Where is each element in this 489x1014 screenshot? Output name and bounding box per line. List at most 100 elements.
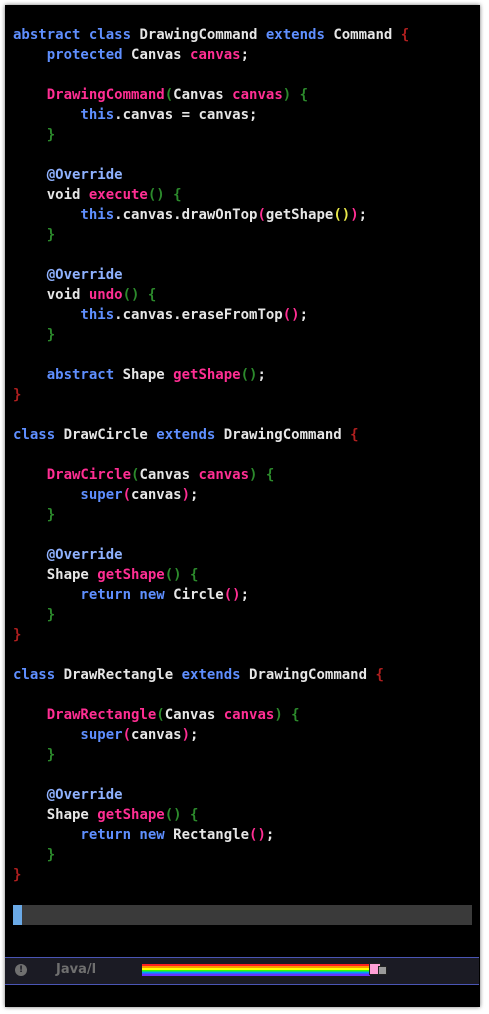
nyan-cat-head (378, 966, 387, 975)
code-token: extends (156, 427, 224, 443)
code-line[interactable]: @Override (13, 545, 123, 565)
code-token: Shape (13, 567, 98, 583)
code-token: Rectangle (173, 827, 250, 843)
code-token: getShape (265, 207, 334, 223)
code-token: Canvas (173, 87, 233, 103)
info-icon[interactable]: ! (15, 964, 27, 976)
code-token: @Override (13, 267, 123, 283)
code-token: super (13, 727, 123, 743)
code-token: .canvas = canvas; (114, 107, 258, 123)
code-token: } (13, 507, 56, 523)
current-line[interactable] (13, 905, 472, 925)
code-line[interactable]: Shape getShape() { (13, 805, 199, 825)
code-line[interactable]: @Override (13, 265, 123, 285)
code-token: ) (181, 487, 191, 503)
code-token: () (282, 307, 300, 323)
code-line[interactable]: } (13, 865, 21, 885)
code-token: canvas (131, 727, 182, 743)
code-token: () (223, 587, 241, 603)
code-line[interactable]: abstract Shape getShape(); (13, 365, 266, 385)
code-token: DrawCircle (63, 427, 157, 443)
mode-line: ! Java/l (5, 957, 479, 985)
code-token: Canvas (164, 707, 224, 723)
code-line[interactable]: } (13, 745, 55, 765)
code-token: undo (88, 287, 123, 303)
code-token: getShape (173, 367, 241, 383)
code-token: { (400, 27, 410, 43)
code-token: ; (257, 367, 266, 383)
code-token: ; (299, 307, 309, 323)
major-mode-label[interactable]: Java/l (56, 962, 96, 977)
code-line[interactable]: @Override (13, 165, 123, 185)
code-token: .canvas.drawOnTop (114, 207, 258, 223)
code-token: } (13, 627, 22, 643)
code-token: ) (282, 87, 300, 103)
code-token: ( (156, 707, 165, 723)
code-token: DrawRectangle (13, 707, 157, 723)
code-token: DrawingCommand (223, 427, 351, 443)
code-token: execute (88, 187, 148, 203)
code-line[interactable]: Shape getShape() { (13, 565, 199, 585)
code-line[interactable]: class DrawRectangle extends DrawingComma… (13, 665, 384, 685)
code-token: @Override (13, 167, 123, 183)
code-token: Canvas (139, 467, 199, 483)
code-token: () { (122, 287, 157, 303)
code-line[interactable]: } (13, 385, 21, 405)
code-token: { (375, 667, 384, 683)
code-token: void (13, 187, 89, 203)
code-token: protected (13, 47, 132, 63)
code-line[interactable]: void undo() { (13, 285, 157, 305)
code-line[interactable]: } (13, 625, 21, 645)
code-line[interactable]: this.canvas = canvas; (13, 105, 257, 125)
code-token: super (13, 487, 123, 503)
code-token: ; (265, 827, 275, 843)
code-token: @Override (13, 787, 123, 803)
code-line[interactable]: } (13, 125, 55, 145)
code-line[interactable]: return new Rectangle(); (13, 825, 274, 845)
code-token: ( (257, 207, 266, 223)
code-token: } (13, 607, 56, 623)
code-token: () (249, 827, 266, 843)
code-line[interactable]: @Override (13, 785, 123, 805)
code-token: { (299, 87, 309, 103)
code-line[interactable]: super(canvas); (13, 725, 198, 745)
code-line[interactable]: DrawingCommand(Canvas canvas) { (13, 85, 308, 105)
code-token: } (13, 387, 22, 403)
code-line[interactable]: DrawRectangle(Canvas canvas) { (13, 705, 300, 725)
code-token: ( (164, 87, 174, 103)
code-line[interactable]: } (13, 605, 55, 625)
code-token: canvas (198, 467, 250, 483)
code-token: ) { (274, 707, 300, 723)
code-line[interactable]: this.canvas.eraseFromTop(); (13, 305, 308, 325)
code-token: ; (240, 47, 250, 63)
code-token: getShape (97, 807, 165, 823)
code-token: abstract class (13, 27, 140, 43)
code-line[interactable]: void execute() { (13, 185, 182, 205)
code-token: this (13, 207, 115, 223)
code-token: this (13, 307, 115, 323)
code-token: Command (333, 27, 401, 43)
code-token: { (350, 427, 359, 443)
code-line[interactable]: this.canvas.drawOnTop(getShape()); (13, 205, 367, 225)
code-line[interactable]: protected Canvas canvas; (13, 45, 249, 65)
code-token: extends (181, 667, 250, 683)
code-line[interactable]: abstract class DrawingCommand extends Co… (13, 25, 409, 45)
code-token: canvas (190, 47, 241, 63)
code-line[interactable]: return new Circle(); (13, 585, 249, 605)
nyan-cat-icon (369, 963, 387, 976)
code-token: () { (164, 567, 199, 583)
code-line[interactable]: } (13, 505, 55, 525)
code-token: DrawRectangle (63, 667, 182, 683)
code-line[interactable]: } (13, 225, 55, 245)
code-token: ; (240, 587, 250, 603)
code-line[interactable]: } (13, 325, 55, 345)
code-token: ; (190, 487, 199, 503)
code-line[interactable]: class DrawCircle extends DrawingCommand … (13, 425, 359, 445)
code-line[interactable]: super(canvas); (13, 485, 198, 505)
code-line[interactable]: DrawCircle(Canvas canvas) { (13, 465, 275, 485)
code-token: () (333, 207, 351, 223)
code-line[interactable]: } (13, 845, 55, 865)
code-token: Shape (122, 367, 174, 383)
code-token: class (13, 667, 64, 683)
code-token: class (13, 427, 64, 443)
